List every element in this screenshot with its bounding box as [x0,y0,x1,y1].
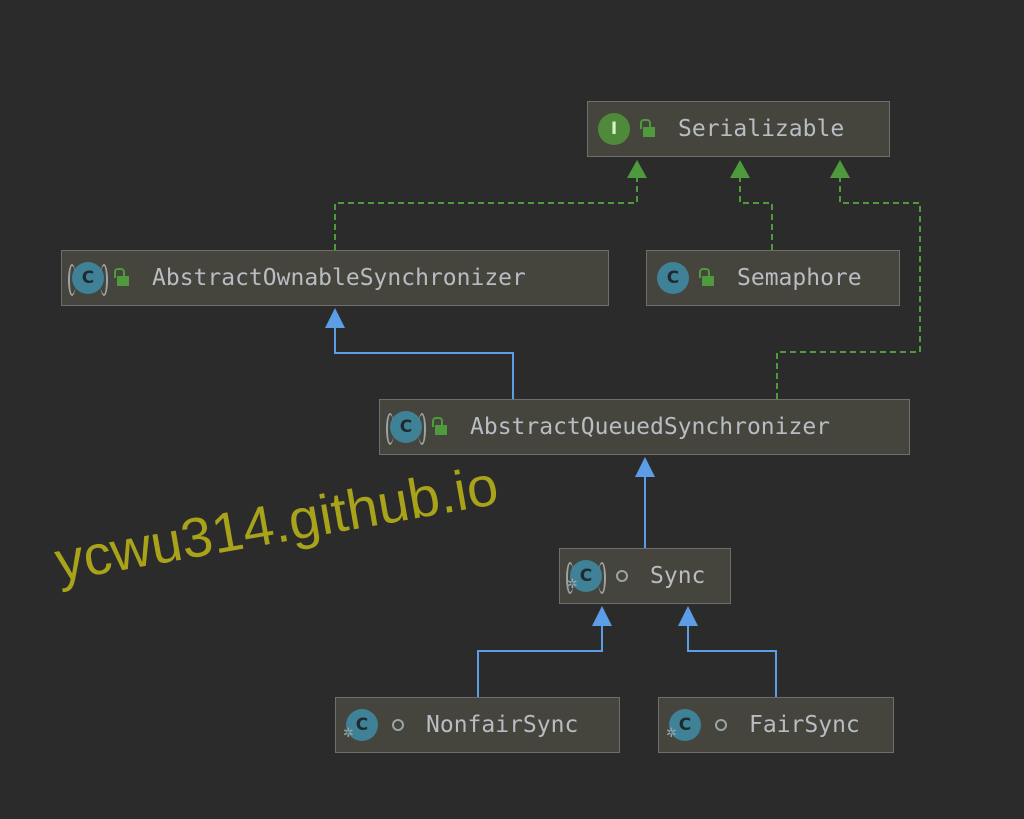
class-icon: C [657,262,689,294]
edge-fair-extends-sync [687,624,777,697]
node-label: FairSync [749,712,860,738]
node-label: AbstractQueuedSynchronizer [470,414,831,440]
arrowhead-semaphore-serializable [730,160,750,178]
static-gear-icon: ✲ [567,577,578,592]
abstract-class-icon: C [386,411,426,445]
package-private-dot-icon [616,570,628,582]
abstract-static-class-icon: C ✲ [566,560,606,594]
public-lock-icon [114,268,132,288]
node-nonfair-sync[interactable]: C ✲ NonfairSync [335,697,620,753]
node-label: AbstractOwnableSynchronizer [152,265,526,291]
abstract-class-icon: C [68,262,108,296]
arrowhead-aqs-serializable [830,160,850,178]
static-class-icon: C ✲ [343,709,378,741]
node-abstract-queued-synchronizer[interactable]: C AbstractQueuedSynchronizer [379,399,910,455]
arrowhead-fair-sync [678,606,698,626]
arrowhead-aqs-aos [325,308,345,328]
public-lock-icon [699,268,717,288]
public-lock-icon [640,119,658,139]
static-class-icon: C ✲ [666,709,701,741]
node-label: Serializable [678,116,845,142]
public-lock-icon [432,417,450,437]
edge-aqs-extends-aos [334,325,514,399]
edge-semaphore-implements-serializable [739,175,773,250]
static-gear-icon: ✲ [666,726,677,741]
static-gear-icon: ✲ [343,726,354,741]
edge-nonfair-extends-sync [477,624,603,697]
package-private-dot-icon [392,719,404,731]
node-fair-sync[interactable]: C ✲ FairSync [658,697,894,753]
node-sync[interactable]: C ✲ Sync [559,548,731,604]
node-serializable[interactable]: I Serializable [587,101,890,157]
arrowhead-sync-aqs [635,457,655,477]
arrowhead-nonfair-sync [592,606,612,626]
edge-aos-implements-serializable [334,175,638,250]
arrowhead-aos-serializable [627,160,647,178]
package-private-dot-icon [715,719,727,731]
node-label: NonfairSync [426,712,579,738]
node-label: Sync [650,563,706,589]
interface-icon: I [598,113,630,145]
node-abstract-ownable-synchronizer[interactable]: C AbstractOwnableSynchronizer [61,250,609,306]
node-semaphore[interactable]: C Semaphore [646,250,900,306]
node-label: Semaphore [737,265,862,291]
